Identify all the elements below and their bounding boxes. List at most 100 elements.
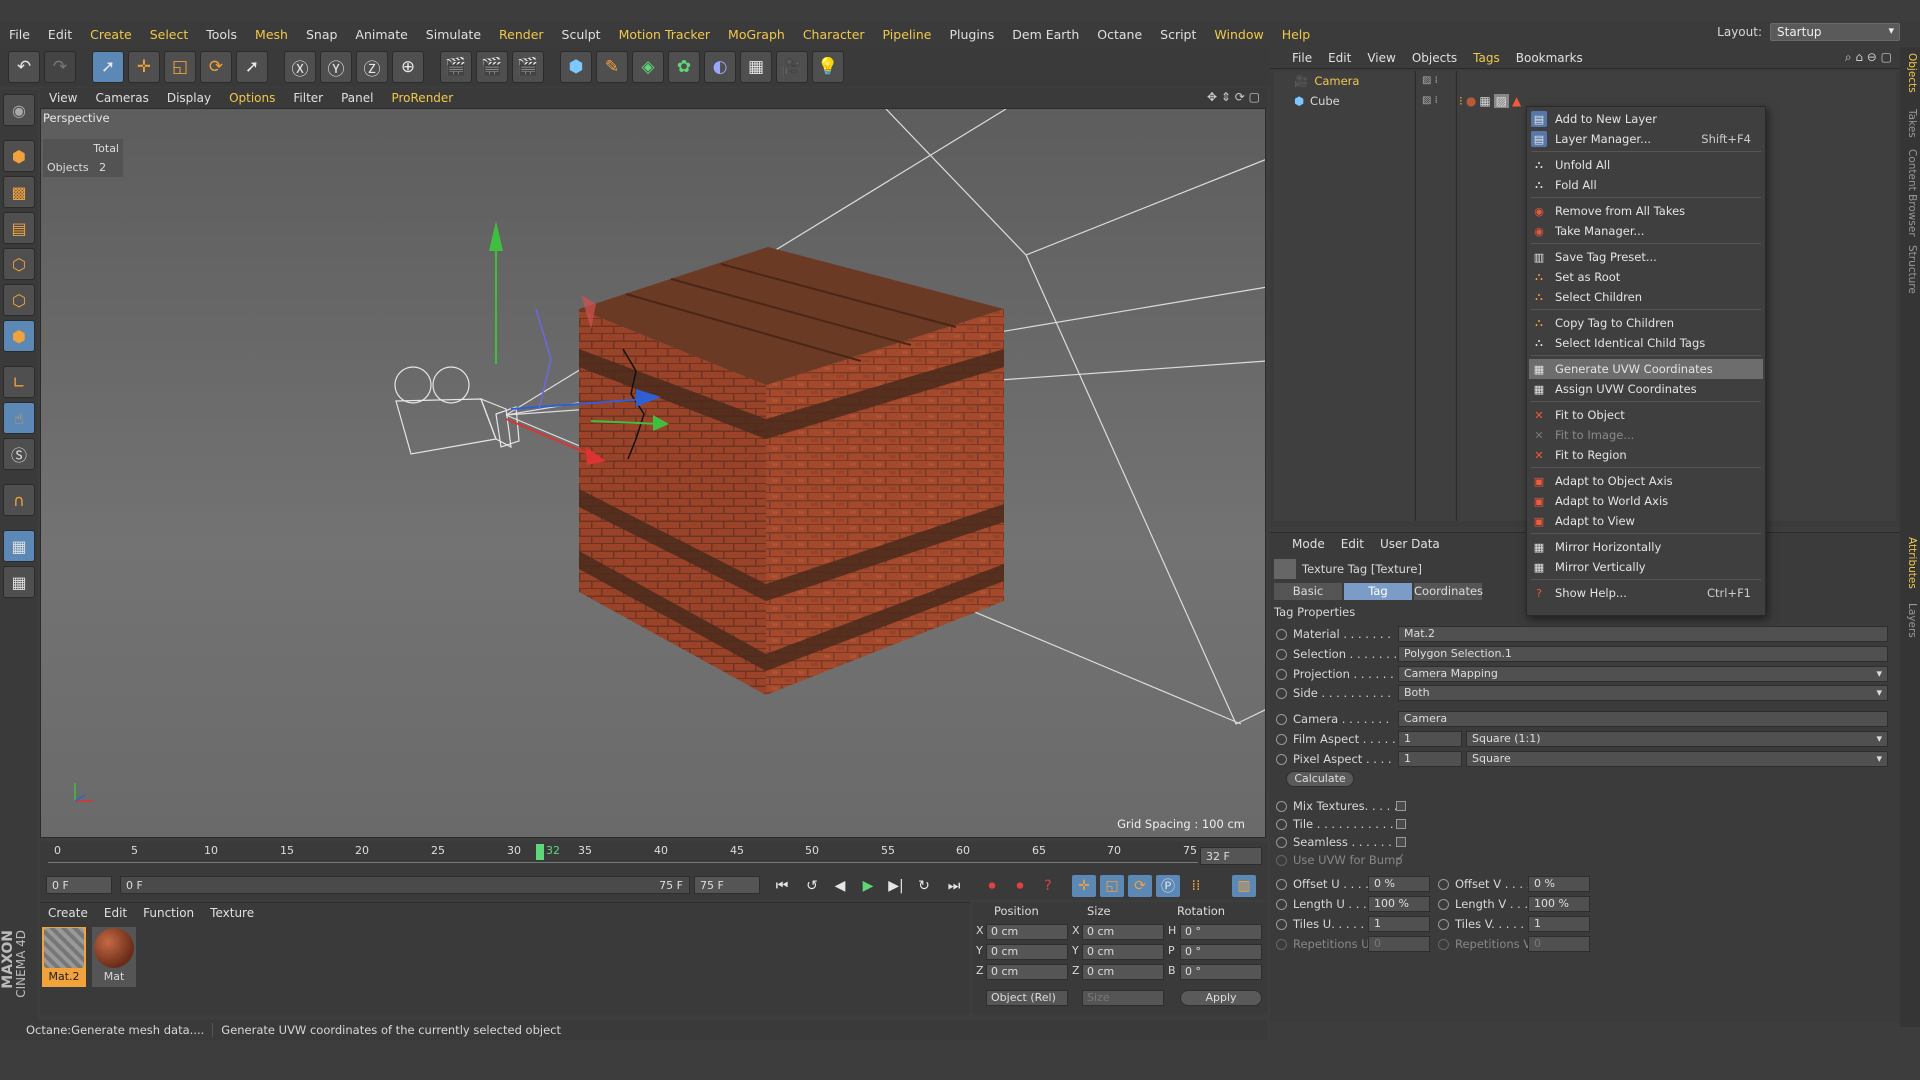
viewport-nav-icons[interactable]: ✥ ⇕ ⟳ ▢ bbox=[1207, 90, 1260, 104]
render-view-icon[interactable]: 🎬 bbox=[440, 51, 472, 83]
ctx-fit-to-image[interactable]: ✕ Fit to Image... bbox=[1529, 425, 1763, 445]
ctx-set-as-root[interactable]: ⛬ Set as Root bbox=[1529, 267, 1763, 287]
animate-radio[interactable] bbox=[1276, 628, 1287, 640]
attr-menu-user-data[interactable]: User Data bbox=[1372, 537, 1448, 551]
side-tab-attributes[interactable]: Attributes bbox=[1902, 537, 1918, 589]
material-tag-icon[interactable]: ● bbox=[1466, 94, 1476, 108]
next-key-icon[interactable]: ↻ bbox=[912, 875, 936, 897]
rotation-p-field[interactable]: 0 ° bbox=[1180, 944, 1262, 960]
redo-icon[interactable]: ↷ bbox=[44, 51, 76, 83]
go-to-start-icon[interactable]: ⏮ bbox=[770, 875, 794, 897]
menu-octane[interactable]: Octane bbox=[1088, 27, 1151, 42]
projection-dropdown[interactable]: Camera Mapping bbox=[1398, 666, 1888, 682]
uvw-bump-check-icon[interactable]: ✓ bbox=[1396, 851, 1405, 864]
animate-radio[interactable] bbox=[1438, 938, 1449, 950]
pixel-aspect-dropdown[interactable]: Square bbox=[1466, 751, 1888, 767]
playhead[interactable] bbox=[536, 844, 544, 860]
ctx-add-to-new-layer[interactable]: ▤ Add to New Layer bbox=[1529, 109, 1763, 129]
ctx-adapt-to-object-axis[interactable]: ▣ Adapt to Object Axis bbox=[1529, 471, 1763, 491]
ctx-fold-all[interactable]: ⛬ Fold All bbox=[1529, 175, 1763, 195]
cloner-icon[interactable]: ✿ bbox=[668, 51, 700, 83]
viewport-menu-panel[interactable]: Panel bbox=[332, 91, 382, 105]
animate-radio[interactable] bbox=[1438, 878, 1449, 890]
viewport-menu-filter[interactable]: Filter bbox=[284, 91, 332, 105]
keyframe-selection-icon[interactable]: ? bbox=[1036, 875, 1060, 897]
offset-v-field[interactable]: 0 % bbox=[1528, 876, 1590, 892]
ctx-assign-uvw-coordinates[interactable]: ▦ Assign UVW Coordinates bbox=[1529, 379, 1763, 399]
size-y-field[interactable]: 0 cm bbox=[1082, 944, 1164, 960]
model-mode-icon[interactable]: ⬢ bbox=[3, 140, 35, 172]
animate-radio[interactable] bbox=[1276, 918, 1287, 930]
menu-animate[interactable]: Animate bbox=[346, 27, 416, 42]
ctx-unfold-all[interactable]: ⛬ Unfold All bbox=[1529, 155, 1763, 175]
size-x-field[interactable]: 0 cm bbox=[1082, 924, 1164, 940]
ctx-show-help[interactable]: ? Show Help... Ctrl+F1 bbox=[1529, 583, 1763, 603]
visibility-toggle[interactable]: ▨ ⁞ bbox=[1416, 71, 1455, 91]
key-position-icon[interactable]: ✛ bbox=[1072, 875, 1096, 897]
subdivision-icon[interactable]: ◈ bbox=[632, 51, 664, 83]
ctx-fit-to-region[interactable]: ✕ Fit to Region bbox=[1529, 445, 1763, 465]
viewport-menu-display[interactable]: Display bbox=[158, 91, 220, 105]
ctx-layer-manager[interactable]: ▤ Layer Manager... Shift+F4 bbox=[1529, 129, 1763, 149]
side-tab-takes[interactable]: Takes bbox=[1902, 109, 1918, 138]
viewport[interactable]: Perspective Total Objects 2 Grid Spacing… bbox=[40, 108, 1266, 838]
animate-radio[interactable] bbox=[1276, 836, 1287, 848]
deformer-icon[interactable]: ◐ bbox=[704, 51, 736, 83]
material-menu-edit[interactable]: Edit bbox=[96, 906, 135, 920]
start-frame-field[interactable]: 0 F bbox=[46, 876, 112, 894]
ctx-remove-from-all-takes[interactable]: ◉ Remove from All Takes bbox=[1529, 201, 1763, 221]
position-z-field[interactable]: 0 cm bbox=[986, 964, 1068, 980]
menu-sculpt[interactable]: Sculpt bbox=[553, 27, 610, 42]
coordinate-system-icon[interactable]: ⊕ bbox=[392, 51, 424, 83]
calculate-button[interactable]: Calculate bbox=[1286, 771, 1354, 787]
material-menu-function[interactable]: Function bbox=[135, 906, 202, 920]
menu-pipeline[interactable]: Pipeline bbox=[874, 27, 941, 42]
film-aspect-dropdown[interactable]: Square (1:1) bbox=[1466, 731, 1888, 747]
animate-radio[interactable] bbox=[1276, 733, 1287, 745]
live-selection-icon[interactable]: ➚ bbox=[92, 51, 124, 83]
menu-select[interactable]: Select bbox=[141, 27, 198, 42]
menu-simulate[interactable]: Simulate bbox=[417, 27, 490, 42]
animate-radio[interactable] bbox=[1276, 753, 1287, 765]
animate-radio[interactable] bbox=[1276, 854, 1287, 866]
go-to-end-icon[interactable]: ⏭ bbox=[942, 875, 966, 897]
viewport-menu-cameras[interactable]: Cameras bbox=[86, 91, 157, 105]
length-u-field[interactable]: 100 % bbox=[1368, 896, 1430, 912]
menu-snap[interactable]: Snap bbox=[297, 27, 346, 42]
rotate-icon[interactable]: ⟳ bbox=[200, 51, 232, 83]
ctx-mirror-vertically[interactable]: ▦ Mirror Vertically bbox=[1529, 557, 1763, 577]
animate-radio[interactable] bbox=[1438, 898, 1449, 910]
octane-tag-icon[interactable]: ▦ bbox=[1479, 94, 1490, 108]
animate-radio[interactable] bbox=[1438, 918, 1449, 930]
objects-menu-edit[interactable]: Edit bbox=[1320, 51, 1359, 65]
key-parameter-icon[interactable]: Ⓟ bbox=[1156, 875, 1180, 897]
menu-edit[interactable]: Edit bbox=[39, 27, 81, 42]
lock-workplane-icon[interactable]: ▦ bbox=[3, 530, 35, 562]
tab-coordinates[interactable]: Coordinates bbox=[1414, 583, 1483, 600]
attr-menu-edit[interactable]: Edit bbox=[1333, 537, 1372, 551]
menu-window[interactable]: Window bbox=[1205, 27, 1272, 42]
menu-create[interactable]: Create bbox=[81, 27, 141, 42]
material-menu-texture[interactable]: Texture bbox=[202, 906, 262, 920]
tab-basic[interactable]: Basic bbox=[1274, 583, 1342, 600]
size-z-field[interactable]: 0 cm bbox=[1082, 964, 1164, 980]
tab-tag[interactable]: Tag bbox=[1344, 583, 1412, 600]
prev-key-icon[interactable]: ↺ bbox=[800, 875, 824, 897]
animate-radio[interactable] bbox=[1276, 800, 1287, 812]
key-pla-icon[interactable]: ⁞⁞ bbox=[1184, 875, 1208, 897]
animate-radio[interactable] bbox=[1276, 648, 1287, 660]
ctx-take-manager[interactable]: ◉ Take Manager... bbox=[1529, 221, 1763, 241]
material-link-field[interactable]: Mat.2 bbox=[1398, 626, 1888, 642]
menu-motion-tracker[interactable]: Motion Tracker bbox=[610, 27, 719, 42]
material-swatch-mat[interactable]: Mat bbox=[92, 927, 136, 987]
animate-radio[interactable] bbox=[1276, 878, 1287, 890]
menu-mesh[interactable]: Mesh bbox=[246, 27, 297, 42]
menu-dem-earth[interactable]: Dem Earth bbox=[1003, 27, 1088, 42]
object-manager-tools-icon[interactable]: ⌕ ⌂ ⊖ ▢ bbox=[1845, 50, 1892, 65]
menu-script[interactable]: Script bbox=[1151, 27, 1205, 42]
visibility-toggle[interactable]: ▨ ⁞ bbox=[1416, 91, 1455, 111]
y-axis-icon[interactable]: Ⓨ bbox=[320, 51, 352, 83]
phong-tag-icon[interactable]: ⁝ bbox=[1459, 94, 1463, 108]
viewport-menu-options[interactable]: Options bbox=[220, 91, 284, 105]
film-aspect-field[interactable]: 1 bbox=[1398, 731, 1462, 747]
